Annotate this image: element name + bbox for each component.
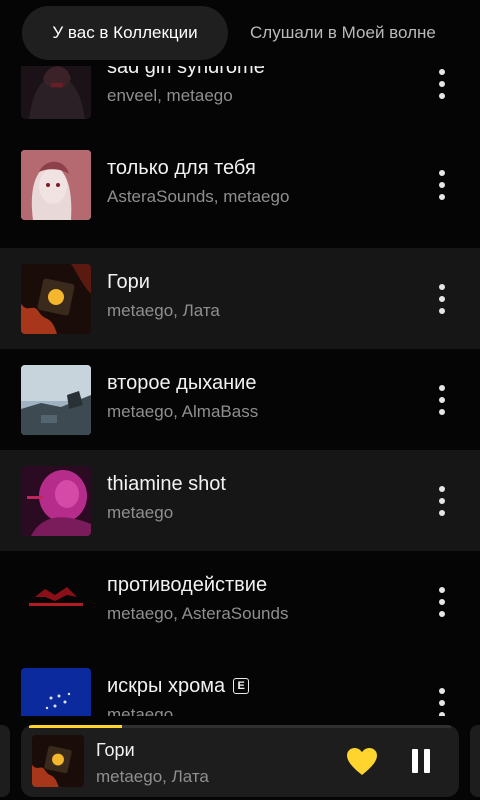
track-row[interactable]: противодействие metaego, AsteraSounds	[0, 551, 480, 652]
track-row[interactable]: искры хрома E metaego	[0, 652, 480, 716]
track-cover	[21, 150, 91, 220]
track-artist: AsteraSounds, metaego	[107, 187, 290, 206]
more-vertical-icon[interactable]	[428, 582, 456, 622]
more-vertical-icon[interactable]	[428, 165, 456, 205]
next-card-edge[interactable]	[470, 725, 480, 797]
track-cover	[21, 668, 91, 716]
tab-bar: У вас в Коллекции Слушали в Моей волне	[0, 0, 480, 66]
track-cover	[21, 567, 91, 637]
track-cover	[21, 365, 91, 435]
more-vertical-icon[interactable]	[428, 481, 456, 521]
track-row[interactable]: только для тебя AsteraSounds, metaego	[0, 134, 480, 235]
track-artist: metaego, Лата	[107, 301, 220, 320]
track-title-text: искры хрома	[107, 675, 226, 697]
mini-player[interactable]: Гори metaego, Лата	[21, 725, 459, 797]
track-list: sad girl syndrome enveel, metaego только…	[0, 46, 480, 716]
prev-card-edge[interactable]	[0, 725, 10, 797]
track-artist: metaego	[107, 503, 174, 522]
more-vertical-icon[interactable]	[428, 64, 456, 104]
heart-icon[interactable]	[346, 747, 378, 777]
tab-collection[interactable]: У вас в Коллекции	[22, 6, 228, 60]
track-title: второе дыхание	[107, 372, 257, 394]
playback-progress-fill	[29, 725, 122, 728]
more-vertical-icon[interactable]	[428, 683, 456, 716]
track-artist: enveel, metaego	[107, 86, 233, 105]
track-artist: metaego	[107, 705, 174, 716]
track-row[interactable]: Гори metaego, Лата	[0, 248, 480, 349]
track-title: Гори	[107, 271, 150, 293]
now-playing-title: Гори	[96, 740, 135, 760]
track-cover	[21, 264, 91, 334]
now-playing-cover	[32, 735, 84, 787]
track-title: противодействие	[107, 574, 268, 596]
more-vertical-icon[interactable]	[428, 380, 456, 420]
more-vertical-icon[interactable]	[428, 279, 456, 319]
track-row[interactable]: thiamine shot metaego	[0, 450, 480, 551]
now-playing-artist: metaego, Лата	[96, 767, 209, 786]
track-artist: metaego, AsteraSounds	[107, 604, 289, 623]
explicit-badge: E	[233, 678, 250, 694]
track-title: искры хрома E	[107, 675, 250, 698]
track-title: только для тебя	[107, 157, 256, 179]
track-cover	[21, 466, 91, 536]
pause-icon[interactable]	[409, 749, 433, 775]
track-row[interactable]: второе дыхание metaego, AlmaBass	[0, 349, 480, 450]
track-artist: metaego, AlmaBass	[107, 402, 259, 421]
tab-my-wave[interactable]: Слушали в Моей волне	[250, 6, 436, 60]
track-title: thiamine shot	[107, 473, 226, 495]
playback-progress[interactable]	[29, 725, 451, 728]
